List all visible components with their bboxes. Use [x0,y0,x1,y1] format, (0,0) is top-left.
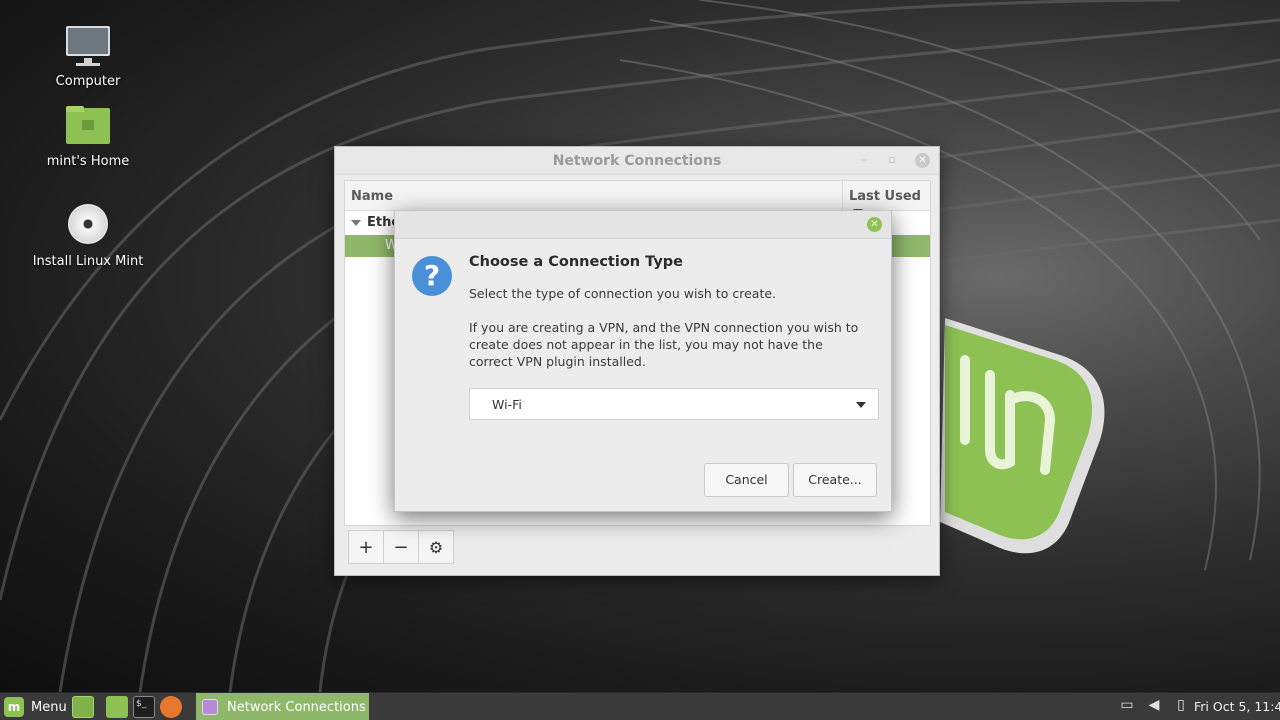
show-desktop-icon[interactable] [72,696,94,718]
desktop-icon-label: Computer [55,74,121,89]
desktop-icon-computer[interactable]: Computer [13,22,163,89]
menu-button[interactable]: m Menu [4,696,67,718]
clock[interactable]: Fri Oct 5, 11:49 [1194,699,1280,714]
desktop-icon-home[interactable]: mint's Home [13,102,163,169]
display-icon[interactable]: ▭ [1117,697,1137,717]
connection-type-select[interactable]: Wi-Fi [469,388,879,420]
network-app-icon [202,699,218,715]
window-title: Network Connections [552,153,722,169]
remove-connection-button[interactable]: − [383,530,419,564]
home-folder-icon [64,102,112,150]
minus-icon: − [393,536,409,558]
files-icon[interactable] [106,696,128,718]
edit-connection-button[interactable]: ⚙ [418,530,454,564]
gear-icon: ⚙ [428,537,444,557]
dialog-subtitle: Select the type of connection you wish t… [469,286,777,301]
column-header-label: Last Used [849,189,921,204]
volume-icon[interactable]: ◀ [1144,697,1164,717]
list-toolbar: + − ⚙ [348,530,454,564]
taskbar: m Menu $_ Network Connections ▭ ◀ ▯ Fri … [0,692,1280,720]
maximize-icon[interactable]: ▫ [885,153,899,167]
dialog-titlebar[interactable]: ✕ [395,211,891,239]
terminal-icon[interactable]: $_ [133,696,155,718]
expander-icon[interactable] [351,220,361,226]
firefox-icon[interactable] [160,696,182,718]
dialog-heading: Choose a Connection Type [469,254,683,270]
plus-icon: + [358,536,374,558]
taskbar-item-network-connections[interactable]: Network Connections [196,693,369,720]
select-value: Wi-Fi [492,397,522,412]
question-icon: ? [412,256,452,296]
battery-icon[interactable]: ▯ [1171,697,1191,717]
close-icon[interactable]: ✕ [867,217,882,232]
dialog-info-text: If you are creating a VPN, and the VPN c… [469,320,859,369]
desktop-icon-install[interactable]: Install Linux Mint [13,202,163,269]
disc-icon [64,202,112,250]
close-icon[interactable]: ✕ [915,153,930,168]
add-connection-button[interactable]: + [348,530,384,564]
column-header-name[interactable]: Name [351,189,393,204]
chevron-down-icon [856,402,866,408]
column-header-last-used[interactable]: Last Used [842,181,930,215]
mint-logo-icon: m [4,697,24,717]
cancel-button[interactable]: Cancel [704,463,789,497]
desktop-icon-label: mint's Home [46,154,130,169]
minimize-icon[interactable]: – [857,153,871,167]
create-button[interactable]: Create... [793,463,877,497]
list-header: Name Last Used [345,181,930,215]
monitor-icon [64,22,112,70]
menu-label: Menu [31,699,67,715]
taskbar-item-label: Network Connections [227,699,366,715]
desktop-icon-label: Install Linux Mint [32,254,144,269]
connection-type-dialog: ✕ ? Choose a Connection Type Select the … [394,210,892,512]
window-titlebar[interactable]: Network Connections – ▫ ✕ [335,147,939,175]
